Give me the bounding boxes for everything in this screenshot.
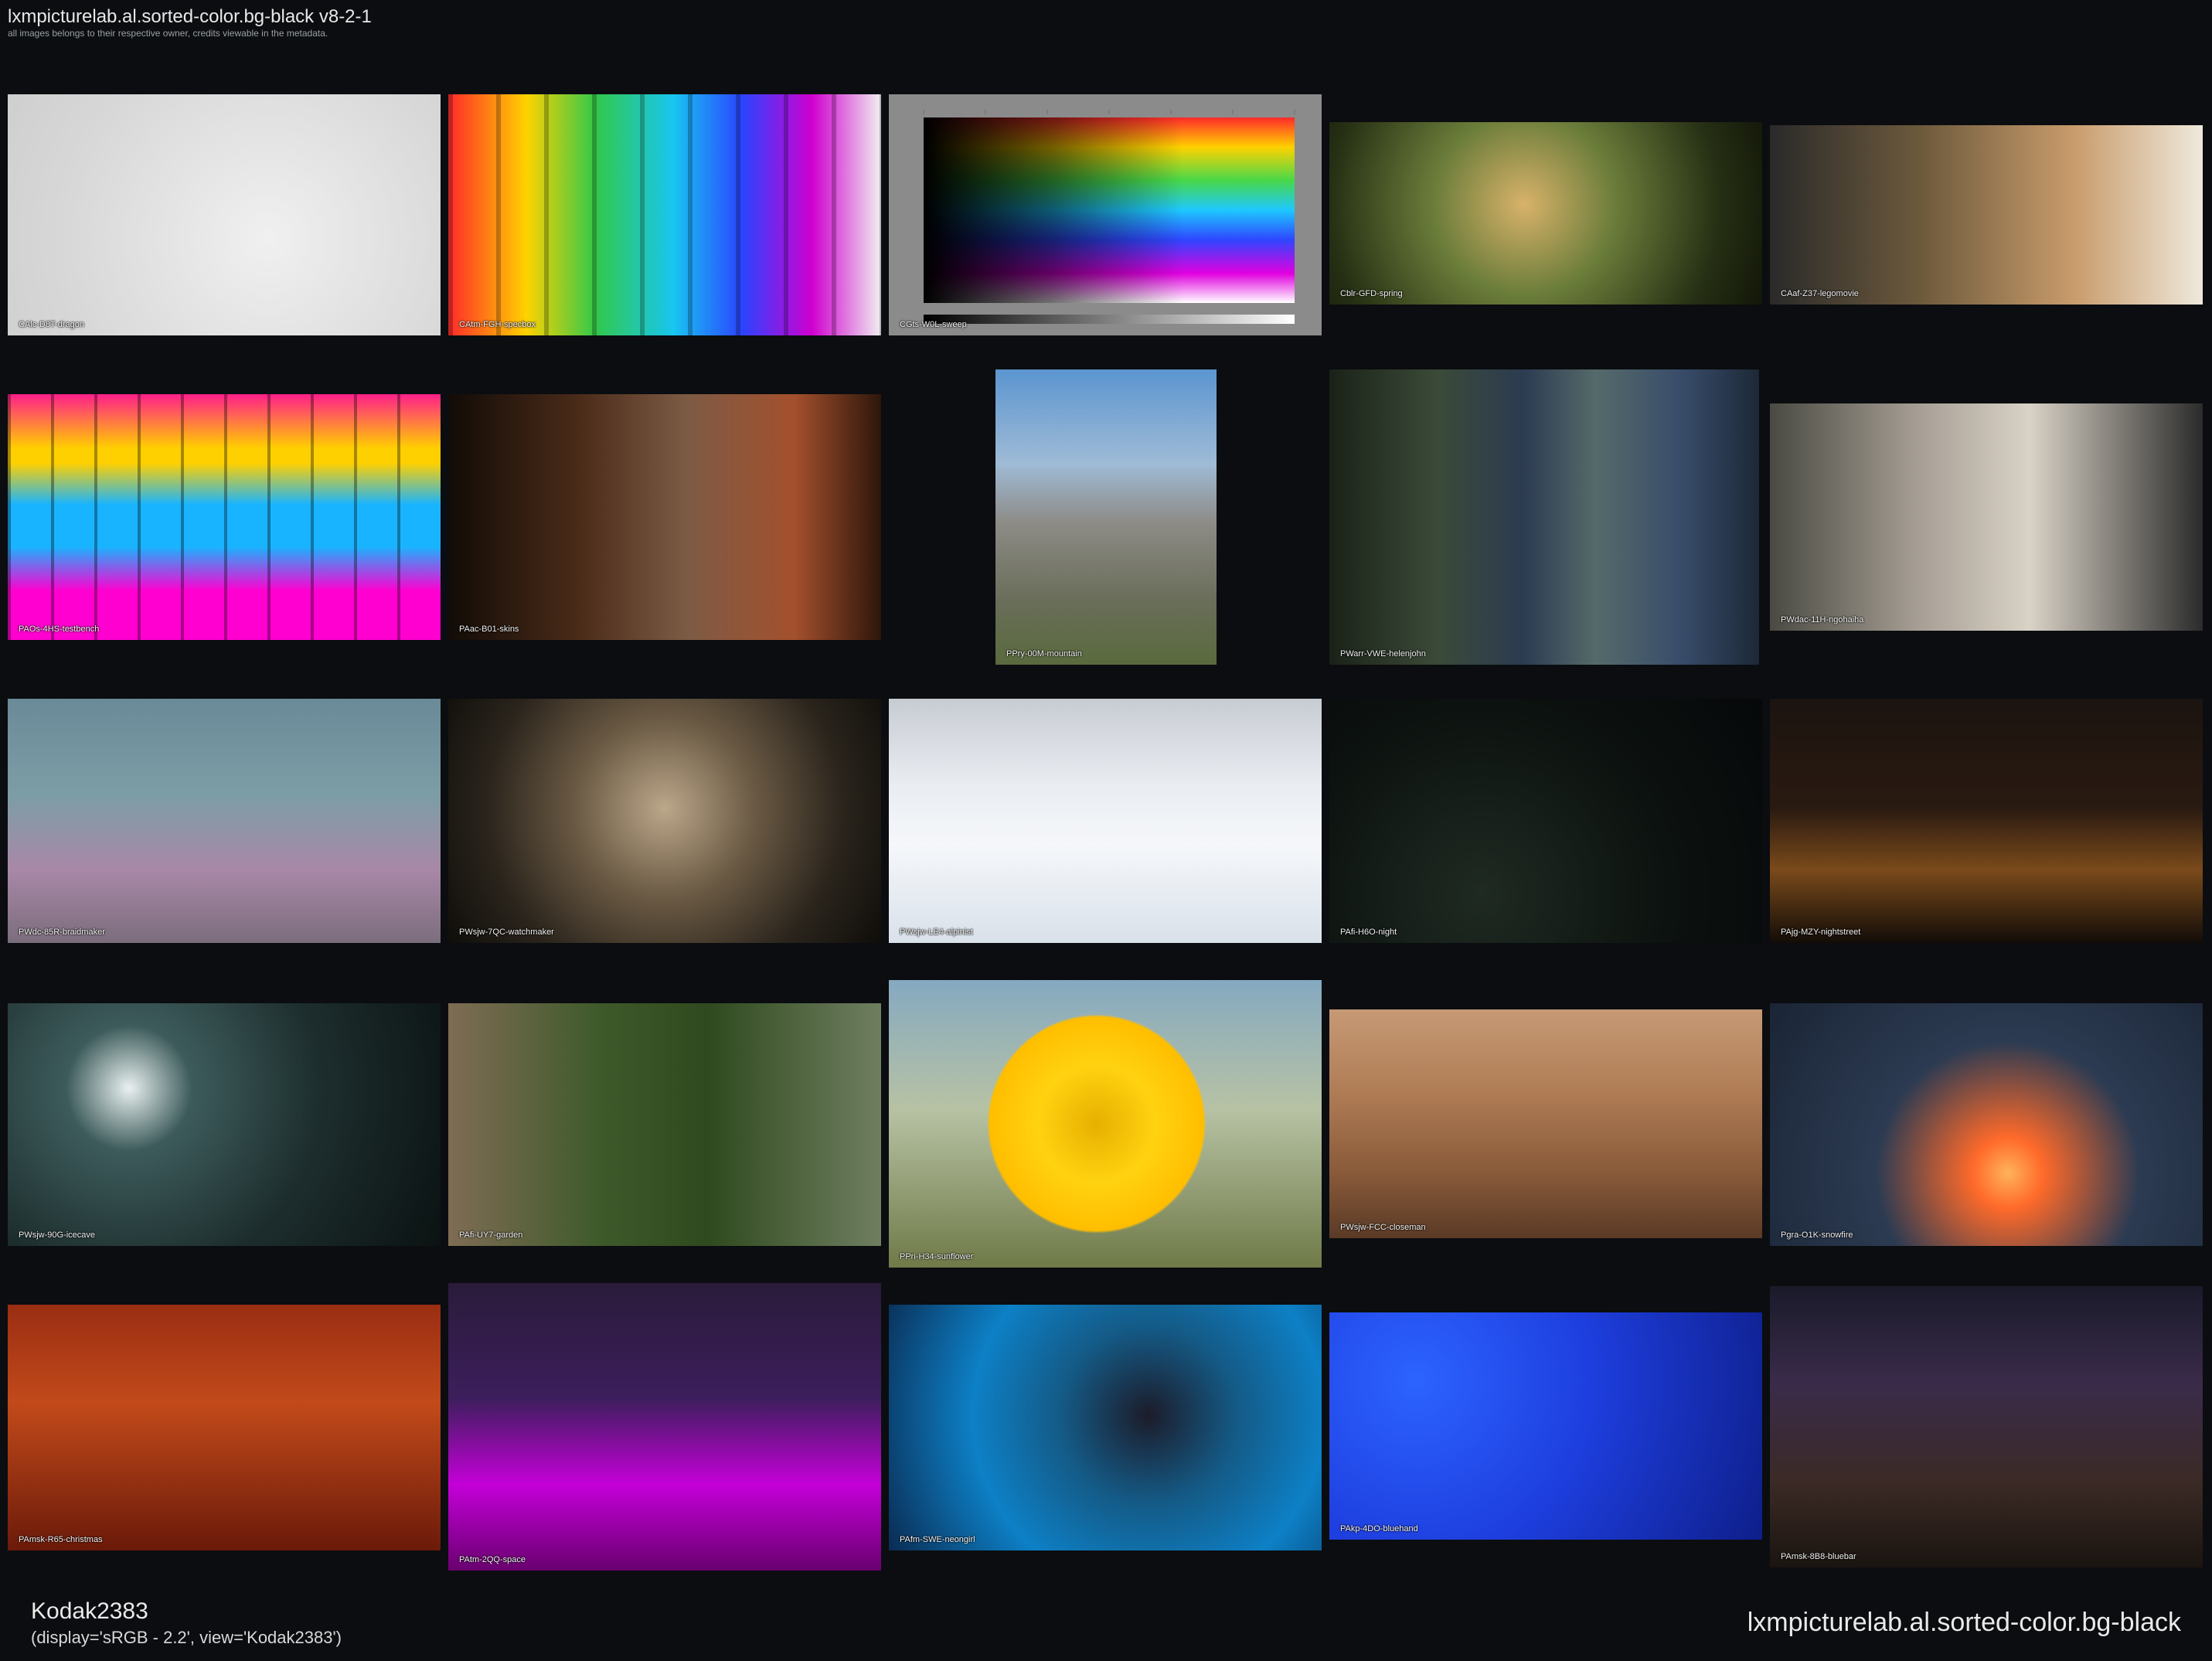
thumbnail-space[interactable]: PAtm-2QQ-space bbox=[448, 1283, 881, 1571]
thumbnail-christmas[interactable]: PAmsk-R65-christmas bbox=[8, 1305, 441, 1550]
thumbnail-label: PAtm-2QQ-space bbox=[459, 1555, 526, 1564]
thumbnail-label: PAjg-MZY-nightstreet bbox=[1781, 928, 1861, 937]
thumbnail-dragon[interactable]: CAlc-D8T-dragon bbox=[8, 94, 441, 335]
thumbnail-mountain[interactable]: PPry-00M-mountain bbox=[995, 369, 1217, 665]
thumbnail-garden[interactable]: PAfi-UY7-garden bbox=[448, 1003, 881, 1246]
thumbnail-label: PWsjw-FCC-closeman bbox=[1340, 1223, 1426, 1232]
collection-name: lxmpicturelab.al.sorted-color.bg-black bbox=[1747, 1608, 2181, 1637]
thumbnail-spring[interactable]: Cblr-GFD-spring bbox=[1329, 122, 1762, 305]
thumbnail-label: PWsjw-90G-icecave bbox=[19, 1230, 96, 1240]
thumbnail-alpinist[interactable]: PWsjw-LE4-alpinist bbox=[889, 699, 1322, 943]
thumbnail-label: PAkp-4DO-bluehand bbox=[1340, 1524, 1418, 1533]
thumbnail-testbench[interactable]: PAOs-4HS-testbench bbox=[8, 394, 441, 640]
thumbnail-legomovie[interactable]: CAaf-Z37-legomovie bbox=[1770, 125, 2203, 305]
thumbnail-label: PAfi-H6O-night bbox=[1340, 928, 1397, 937]
thumbnail-label: PPri-H34-sunflower bbox=[900, 1252, 974, 1261]
thumbnail-label: CAtm-FGH-specbox bbox=[459, 320, 536, 329]
thumbnail-sweep[interactable]: CGts-W0L-sweep bbox=[889, 94, 1322, 335]
display-info: (display='sRGB - 2.2', view='Kodak2383') bbox=[31, 1628, 342, 1647]
thumbnail-label: PWdac-11H-ngohaiha bbox=[1781, 615, 1864, 625]
thumbnail-label: PAOs-4HS-testbench bbox=[19, 625, 100, 634]
thumbnail-specbox[interactable]: CAtm-FGH-specbox bbox=[448, 94, 881, 335]
view-name: Kodak2383 bbox=[31, 1598, 148, 1624]
thumbnail-icecave[interactable]: PWsjw-90G-icecave bbox=[8, 1003, 441, 1246]
thumbnail-label: PWdc-85R-braidmaker bbox=[19, 928, 105, 937]
thumbnail-neongirl[interactable]: PAfm-SWE-neongirl bbox=[889, 1305, 1322, 1550]
thumbnail-ngohaiha[interactable]: PWdac-11H-ngohaiha bbox=[1770, 403, 2203, 631]
thumbnail-label: PAfi-UY7-garden bbox=[459, 1230, 523, 1240]
thumbnail-watchmaker[interactable]: PWsjw-7QC-watchmaker bbox=[448, 699, 881, 943]
thumbnail-label: PAmsk-8B8-bluebar bbox=[1781, 1552, 1856, 1561]
thumbnail-braidmaker[interactable]: PWdc-85R-braidmaker bbox=[8, 699, 441, 943]
page-subtitle: all images belongs to their respective o… bbox=[8, 28, 328, 39]
thumbnail-label: CGts-W0L-sweep bbox=[900, 320, 967, 329]
thumbnail-label: PAmsk-R65-christmas bbox=[19, 1535, 103, 1544]
thumbnail-label: PPry-00M-mountain bbox=[1006, 649, 1082, 659]
thumbnail-night[interactable]: PAfi-H6O-night bbox=[1329, 699, 1762, 943]
thumbnail-label: CAaf-Z37-legomovie bbox=[1781, 289, 1859, 298]
thumbnail-bluebar[interactable]: PAmsk-8B8-bluebar bbox=[1770, 1286, 2203, 1567]
thumbnail-label: PWarr-VWE-helenjohn bbox=[1340, 649, 1426, 659]
thumbnail-sunflower[interactable]: PPri-H34-sunflower bbox=[889, 980, 1322, 1268]
thumbnail-label: Pgra-O1K-snowfire bbox=[1781, 1230, 1853, 1240]
thumbnail-helenjohn[interactable]: PWarr-VWE-helenjohn bbox=[1329, 369, 1759, 665]
thumbnail-nightstreet[interactable]: PAjg-MZY-nightstreet bbox=[1770, 699, 2203, 943]
thumbnail-bluehand[interactable]: PAkp-4DO-bluehand bbox=[1329, 1312, 1762, 1540]
thumbnail-skins[interactable]: PAac-B01-skins bbox=[448, 394, 881, 640]
thumbnail-label: PAfm-SWE-neongirl bbox=[900, 1535, 975, 1544]
sweep-chart bbox=[923, 110, 1295, 324]
thumbnail-label: PWsjw-LE4-alpinist bbox=[900, 928, 973, 937]
thumbnail-snowfire[interactable]: Pgra-O1K-snowfire bbox=[1770, 1003, 2203, 1246]
page-title: lxmpicturelab.al.sorted-color.bg-black v… bbox=[8, 6, 372, 27]
thumbnail-label: CAlc-D8T-dragon bbox=[19, 320, 84, 329]
thumbnail-closeman[interactable]: PWsjw-FCC-closeman bbox=[1329, 1009, 1762, 1238]
thumbnail-label: Cblr-GFD-spring bbox=[1340, 289, 1403, 298]
thumbnail-label: PWsjw-7QC-watchmaker bbox=[459, 928, 554, 937]
thumbnail-label: PAac-B01-skins bbox=[459, 625, 519, 634]
